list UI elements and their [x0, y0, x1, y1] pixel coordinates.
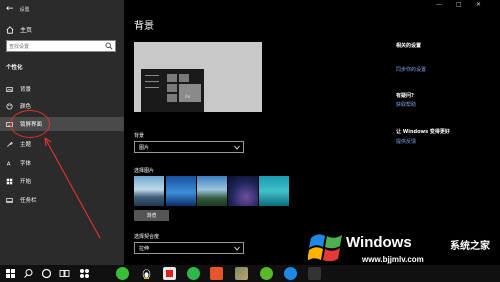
picture-thumbnail[interactable]	[166, 176, 196, 206]
app-blue-icon[interactable]	[284, 267, 297, 280]
picture-thumbnail[interactable]	[259, 176, 289, 206]
chevron-down-icon	[234, 145, 240, 150]
main-content: — □ ✕ 背景 Aa 背景 图片 选择图片 浏览 选择契合度 拉伸 相关的设置…	[124, 0, 500, 265]
settings-sidebar: ← 设置 主页 个性化 背景 颜色 锁屏界面 主题 A 字体 开始 任务栏	[0, 0, 124, 265]
preview-start-menu: Aa	[141, 69, 204, 112]
watermark-cn: 系统之家	[450, 241, 490, 252]
app-green-icon[interactable]	[116, 267, 129, 280]
fit-dropdown[interactable]: 拉伸	[134, 242, 244, 254]
preview-list-line	[145, 87, 159, 88]
questions-heading: 有疑问?	[396, 93, 414, 99]
windows-logo	[308, 234, 342, 262]
chevron-down-icon	[234, 246, 240, 251]
app-image-icon[interactable]	[235, 267, 248, 280]
preview-sample-text: Aa	[185, 94, 191, 99]
app-dark-icon[interactable]	[308, 267, 321, 280]
penguin-icon[interactable]	[140, 267, 153, 280]
cortana-icon[interactable]	[40, 267, 53, 280]
chat-icon[interactable]	[187, 267, 200, 280]
improve-heading: 让 Windows 变得更好	[396, 129, 450, 135]
minimize-button[interactable]: —	[436, 1, 442, 8]
app-red-icon[interactable]	[163, 267, 176, 280]
picture-thumbnail[interactable]	[197, 176, 227, 206]
related-settings-heading: 相关的设置	[396, 43, 422, 49]
task-view-icon[interactable]	[58, 267, 71, 280]
browse-button[interactable]: 浏览	[134, 210, 169, 221]
page-title: 背景	[134, 21, 154, 32]
watermark: Windows 系统之家 www.bjjmlv.com	[300, 228, 500, 268]
fit-label: 选择契合度	[134, 234, 160, 240]
app-green2-icon[interactable]	[260, 267, 273, 280]
background-dropdown-value: 图片	[139, 145, 150, 151]
background-label: 背景	[134, 133, 145, 139]
choose-picture-label: 选择图片	[134, 168, 155, 174]
grid-icon[interactable]	[78, 267, 91, 280]
watermark-name: Windows	[346, 234, 412, 251]
preview-list-line	[145, 81, 159, 82]
preview-tile	[167, 74, 177, 82]
fit-dropdown-value: 拉伸	[139, 246, 150, 252]
app-orange-icon[interactable]	[210, 267, 223, 280]
preview-tile	[179, 74, 189, 82]
preview-tile	[167, 84, 177, 92]
watermark-url: www.bjjmlv.com	[362, 255, 424, 264]
close-button[interactable]: ✕	[476, 1, 481, 8]
preview-list-line	[145, 75, 159, 76]
maximize-button[interactable]: □	[456, 1, 462, 8]
preview-tile	[167, 94, 177, 102]
picture-thumbnail[interactable]	[134, 176, 164, 206]
preview-tile	[179, 84, 201, 102]
background-dropdown[interactable]: 图片	[134, 141, 244, 153]
sync-settings-link[interactable]: 同步你的设置	[396, 66, 426, 73]
picture-thumbnail[interactable]	[228, 176, 258, 206]
background-preview: Aa	[134, 42, 262, 112]
search-icon[interactable]	[22, 267, 35, 280]
annotation-arrow	[44, 137, 101, 239]
feedback-link[interactable]: 提供反馈	[396, 138, 416, 145]
windows-start-icon[interactable]	[4, 267, 17, 280]
get-help-link[interactable]: 获取帮助	[396, 101, 416, 108]
